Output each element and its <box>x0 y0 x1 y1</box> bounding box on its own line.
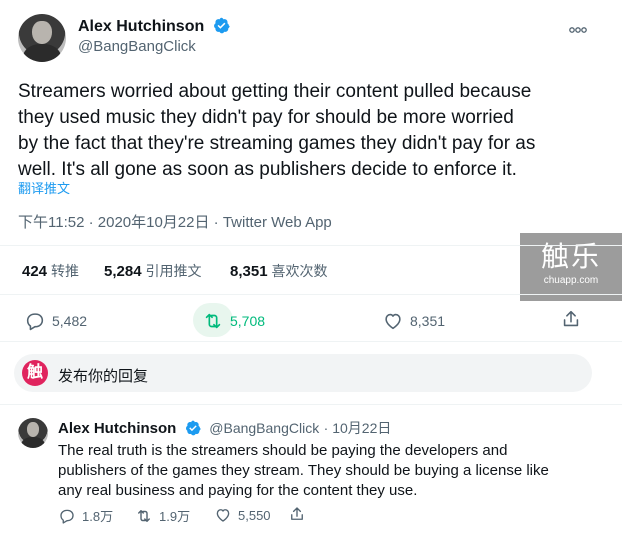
reply-reply-button[interactable]: 1.8万 <box>58 506 113 525</box>
retweet-icon <box>205 313 221 329</box>
retweets-label: 转推 <box>51 263 80 279</box>
reply-like-count: 5,550 <box>238 507 271 523</box>
translate-tweet-link[interactable]: 翻译推文 <box>18 178 70 197</box>
tweet-text: Streamers worried about getting their co… <box>18 79 618 183</box>
author-avatar[interactable] <box>18 14 66 62</box>
like-count: 8,351 <box>410 313 446 329</box>
quote-tweets-stat[interactable]: 5,284 引用推文 <box>104 261 202 281</box>
reply-text-line: publishers of the games they stream. The… <box>58 462 549 479</box>
likes-stat[interactable]: 8,351 喜欢次数 <box>230 261 328 281</box>
tweet-timestamp[interactable]: 下午11:52 · 2020年10月22日 · Twitter Web App <box>18 211 332 232</box>
share-icon <box>291 507 303 520</box>
more-horizontal-icon <box>569 27 587 33</box>
reply-icon <box>60 509 74 524</box>
reply-share-button[interactable] <box>288 505 312 523</box>
watermark-url: chuapp.com <box>543 275 599 286</box>
likes-label: 喜欢次数 <box>271 263 328 279</box>
reply-date[interactable]: · 10月22日 <box>324 420 392 436</box>
quote-tweets-label: 引用推文 <box>145 263 202 279</box>
likes-count: 8,351 <box>230 263 268 280</box>
reply-like-button[interactable]: 5,550 <box>214 506 271 524</box>
quote-tweets-count: 5,284 <box>104 263 142 280</box>
reply-text-line: any real business and paying for the con… <box>58 482 418 499</box>
reply-header: Alex Hutchinson @BangBangClick · 10月22日 <box>58 418 391 438</box>
tweet-text-line: they used music they didn't pay for shou… <box>18 107 514 128</box>
reply-retweet-count: 1.9万 <box>159 509 191 524</box>
divider <box>0 294 622 295</box>
reply-icon <box>26 313 44 331</box>
heart-icon <box>216 509 230 522</box>
verified-badge-icon <box>213 17 230 34</box>
retweets-count: 424 <box>22 263 48 280</box>
reply-button[interactable]: 5,482 <box>24 310 87 332</box>
tweet-text-line: by the fact that they're streaming games… <box>18 133 536 154</box>
retweet-button[interactable]: 5,708 <box>202 310 265 332</box>
author-name-row: Alex Hutchinson <box>78 17 230 36</box>
reply-placeholder[interactable]: 发布你的回复 <box>58 365 148 386</box>
more-options-button[interactable] <box>568 22 588 40</box>
divider <box>0 404 622 405</box>
current-user-avatar: 触 <box>22 360 48 386</box>
reply-author-handle[interactable]: @BangBangClick <box>209 420 319 436</box>
heart-icon <box>385 313 401 330</box>
reply-text-line: The real truth is the streamers should b… <box>58 442 508 459</box>
reply-count: 5,482 <box>52 313 88 329</box>
tweet-text-line: well. It's all gone as soon as publisher… <box>18 159 517 180</box>
chuapp-watermark: 触乐 chuapp.com <box>520 233 622 301</box>
divider <box>0 341 622 342</box>
like-button[interactable]: 8,351 <box>382 310 445 332</box>
reply-text: The real truth is the streamers should b… <box>58 441 618 501</box>
author-name[interactable]: Alex Hutchinson <box>78 18 204 35</box>
author-handle[interactable]: @BangBangClick <box>78 38 196 55</box>
divider <box>0 245 622 246</box>
verified-badge-icon <box>185 420 201 436</box>
retweets-stat[interactable]: 424 转推 <box>22 261 79 281</box>
reply-retweet-button[interactable]: 1.9万 <box>135 506 190 525</box>
share-icon <box>563 310 579 327</box>
reply-reply-count: 1.8万 <box>82 509 114 524</box>
retweet-count: 5,708 <box>230 313 266 329</box>
share-button[interactable] <box>560 308 588 330</box>
tweet-text-line: Streamers worried about getting their co… <box>18 81 532 102</box>
retweet-icon <box>138 509 150 522</box>
reply-author-name[interactable]: Alex Hutchinson <box>58 420 176 437</box>
reply-author-avatar[interactable] <box>18 418 48 448</box>
